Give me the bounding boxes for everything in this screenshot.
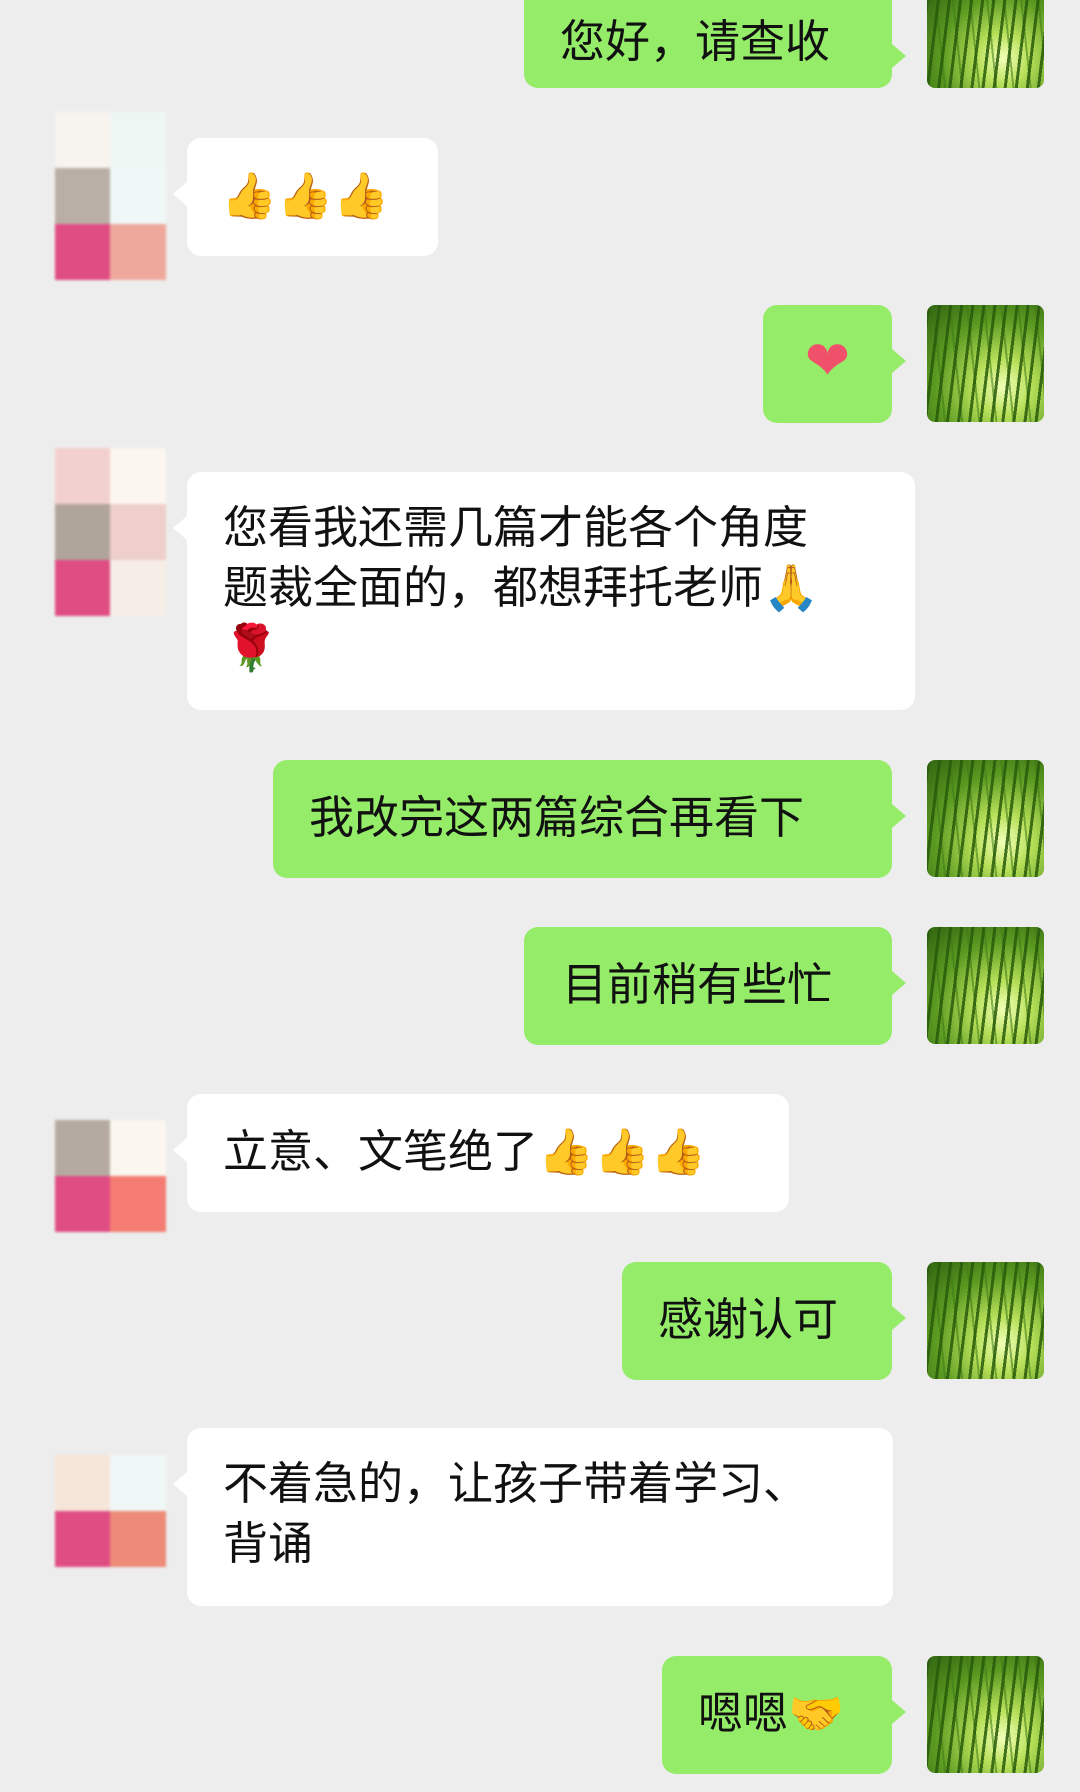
message-bubble-incoming[interactable]: 不着急的，让孩子带着学习、 背诵 (173, 1428, 893, 1606)
my-avatar[interactable] (927, 927, 1044, 1044)
my-avatar[interactable] (927, 1656, 1044, 1773)
message-bubble-outgoing[interactable]: 目前稍有些忙 (524, 927, 906, 1045)
message-text: 感谢认可 (658, 1293, 839, 1346)
message-text: 👍👍👍 (221, 169, 390, 222)
message-bubble-outgoing[interactable]: 您好，请查收 (524, 0, 906, 88)
message-text: 您看我还需几篇才能各个角度 题裁全面的，都想拜托老师🙏 🌹 (223, 501, 820, 674)
contact-avatar[interactable] (55, 112, 166, 280)
message-bubble-incoming[interactable]: 您看我还需几篇才能各个角度 题裁全面的，都想拜托老师🙏 🌹 (173, 472, 915, 710)
message-bubble-outgoing[interactable]: ❤ (763, 305, 906, 423)
message-text: 立意、文笔绝了👍👍👍 (223, 1125, 707, 1178)
message-text: 您好，请查收 (560, 15, 831, 68)
message-text: 不着急的，让孩子带着学习、 背诵 (223, 1457, 809, 1570)
heart-emoji: ❤ (804, 329, 851, 392)
contact-avatar[interactable] (55, 1120, 166, 1232)
my-avatar[interactable] (927, 305, 1044, 422)
message-bubble-incoming[interactable]: 👍👍👍 (173, 138, 438, 256)
my-avatar[interactable] (927, 1262, 1044, 1379)
message-bubble-incoming[interactable]: 立意、文笔绝了👍👍👍 (173, 1094, 789, 1212)
chat-history[interactable]: 您好，请查收 👍👍👍 ❤ 您看我还需几篇才能各个角度 题裁全面的，都想拜托老师🙏… (0, 0, 1080, 1792)
contact-avatar[interactable] (55, 1455, 166, 1567)
message-bubble-outgoing[interactable]: 感谢认可 (622, 1262, 906, 1380)
message-bubble-outgoing[interactable]: 我改完这两篇综合再看下 (273, 760, 906, 878)
my-avatar[interactable] (927, 760, 1044, 877)
message-text: 我改完这两篇综合再看下 (309, 791, 805, 844)
message-bubble-outgoing[interactable]: 嗯嗯🤝 (662, 1656, 906, 1774)
contact-avatar[interactable] (55, 448, 166, 616)
my-avatar[interactable] (927, 0, 1044, 88)
message-text: 嗯嗯🤝 (698, 1687, 845, 1740)
message-text: 目前稍有些忙 (562, 958, 833, 1011)
